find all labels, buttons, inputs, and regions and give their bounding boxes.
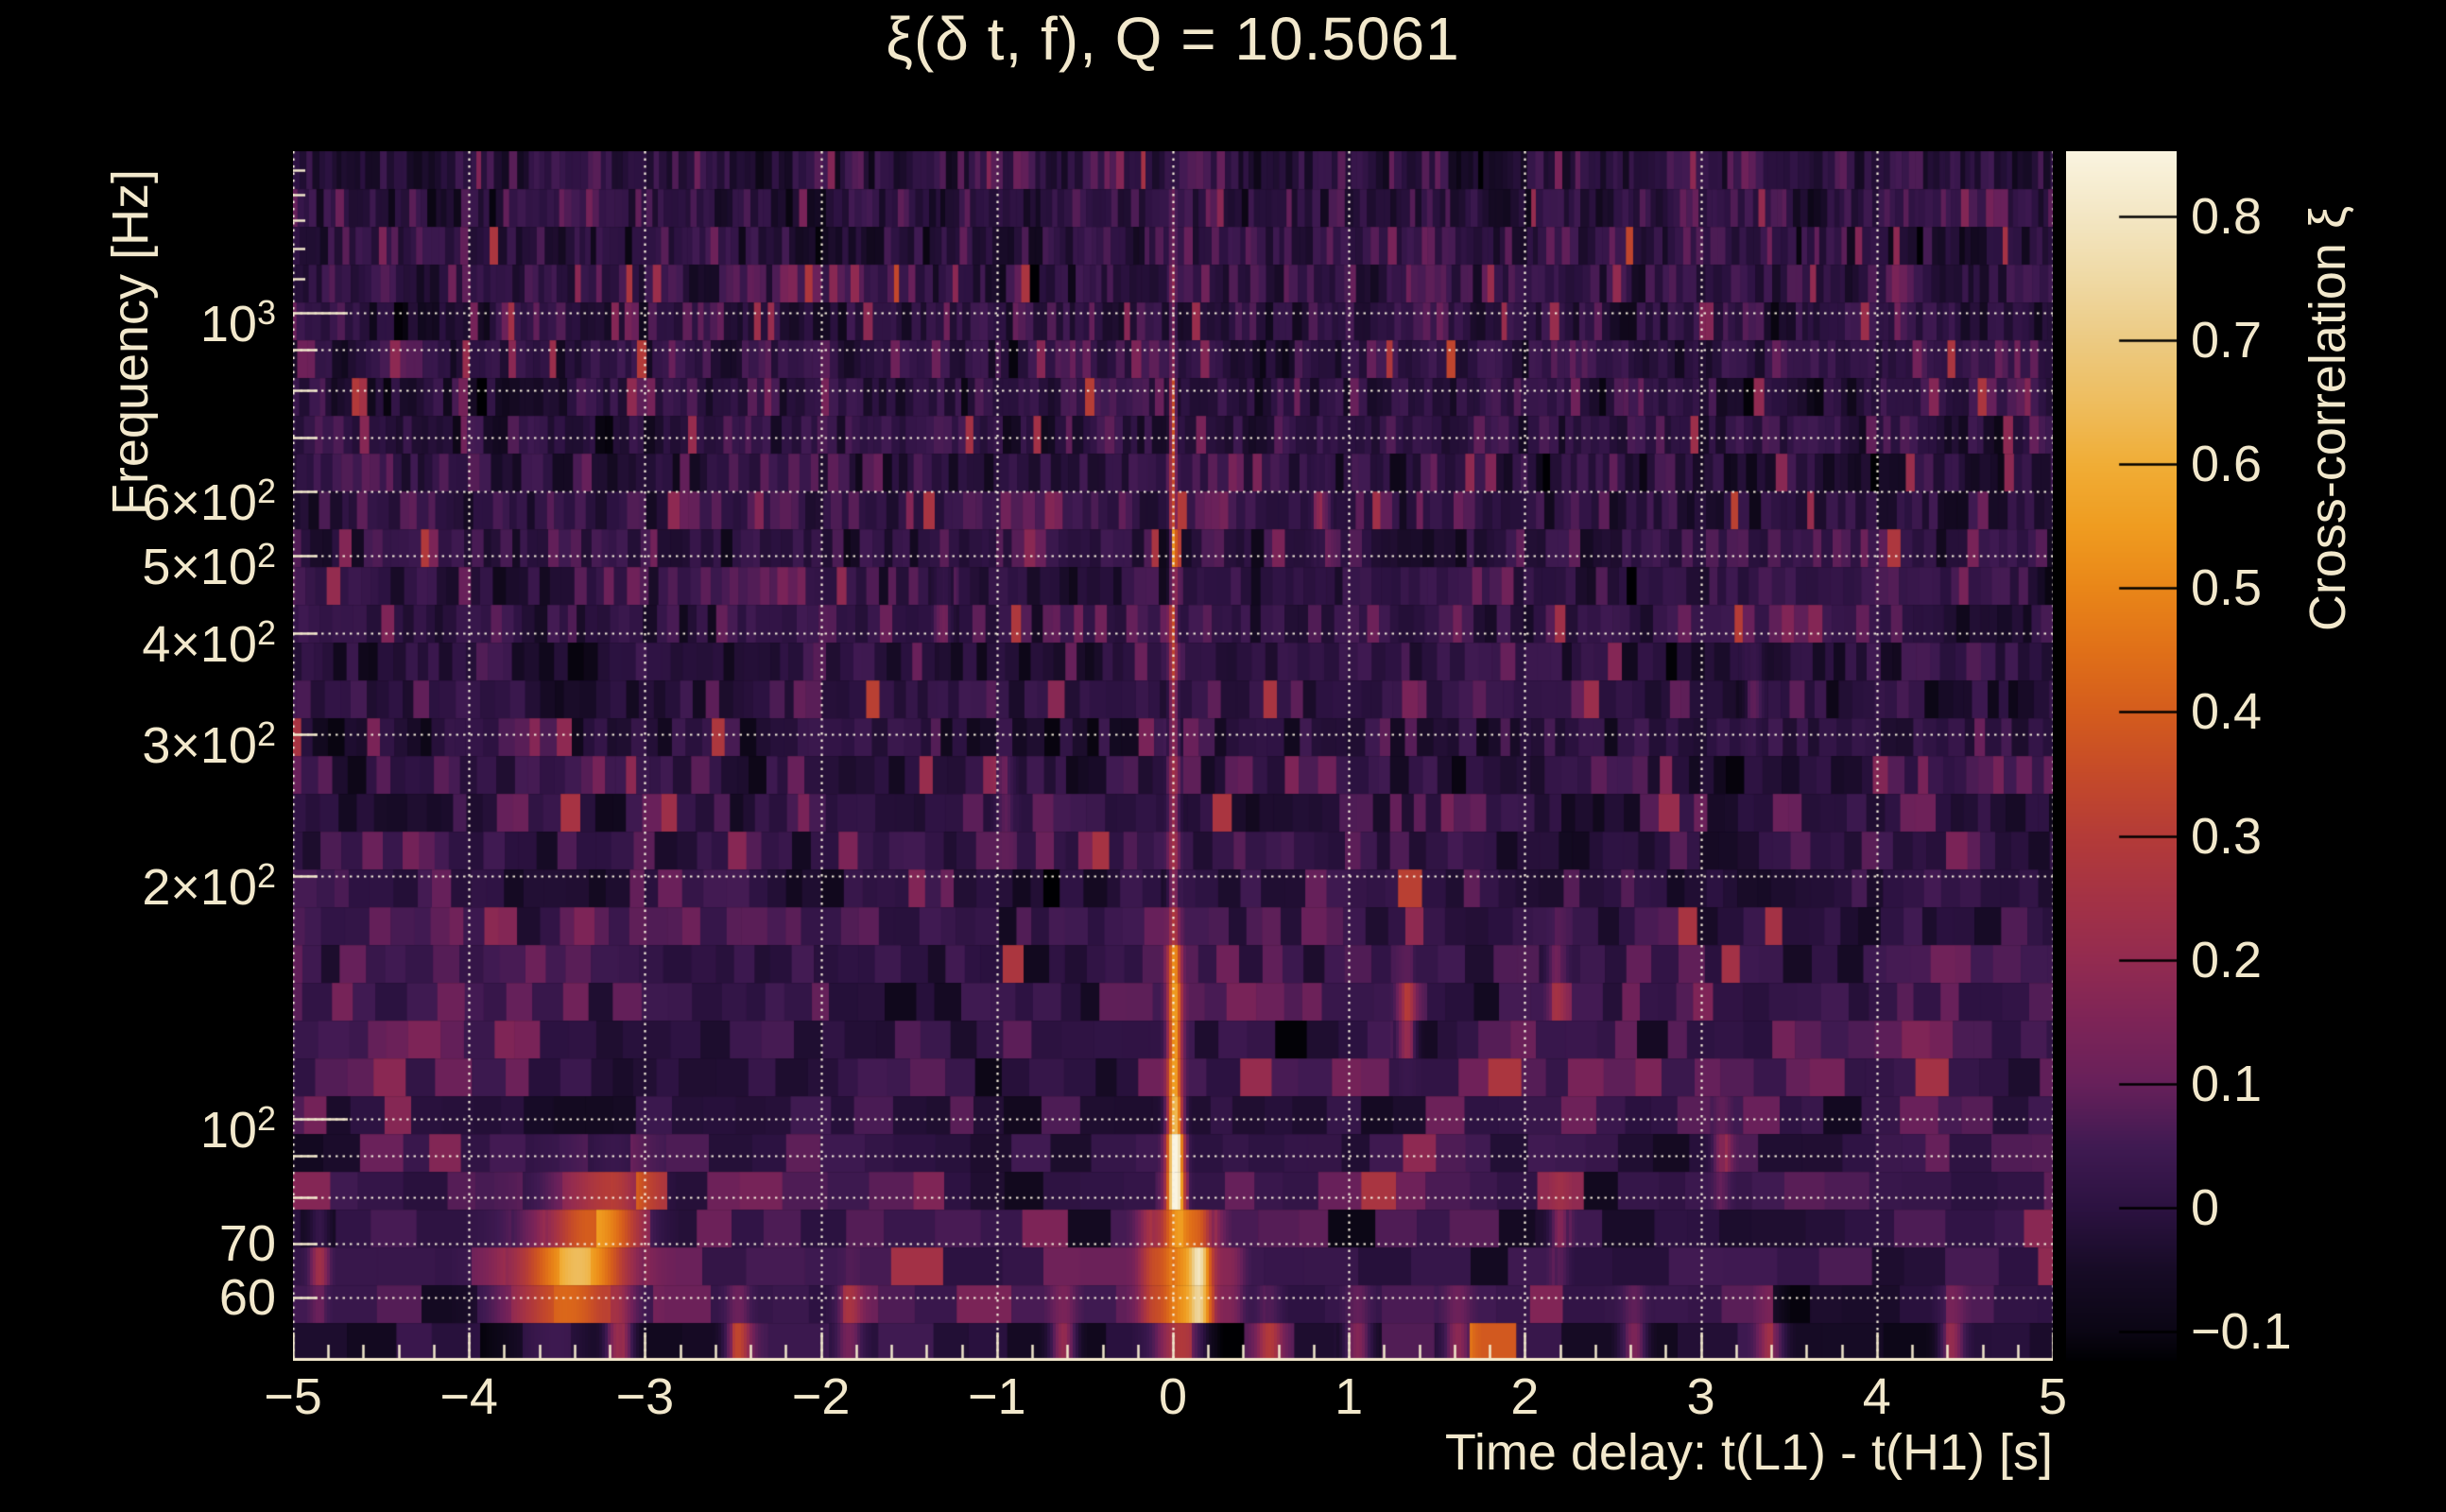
colorbar-tick-label: 0 bbox=[2191, 1178, 2220, 1236]
heatmap-canvas bbox=[293, 151, 2053, 1361]
x-tick-label: 2 bbox=[1510, 1368, 1540, 1425]
y-tick-label: 103 bbox=[199, 292, 276, 352]
colorbar-gradient bbox=[2066, 151, 2177, 1361]
colorbar-title: Cross-correlation ξ bbox=[2300, 205, 2356, 632]
x-tick-label: 0 bbox=[1158, 1368, 1188, 1425]
x-tick-label: 1 bbox=[1335, 1368, 1364, 1425]
y-tick-label: 3×102 bbox=[142, 713, 276, 774]
x-tick-label: −2 bbox=[791, 1368, 851, 1425]
x-axis-title: Time delay: t(L1) - t(H1) [s] bbox=[1444, 1424, 2053, 1481]
x-tick-label: −5 bbox=[264, 1368, 322, 1425]
x-tick-label: 3 bbox=[1686, 1368, 1715, 1425]
colorbar-tick-label: −0.1 bbox=[2191, 1302, 2292, 1360]
page-title: ξ(δ t, f), Q = 10.5061 bbox=[886, 5, 1460, 73]
qscan-figure: ξ(δ t, f), Q = 10.5061 Frequency [Hz] Ti… bbox=[0, 0, 2446, 1512]
colorbar-tick-label: 0.3 bbox=[2191, 807, 2263, 865]
x-tick-label: −4 bbox=[439, 1368, 498, 1425]
colorbar-tick-label: 0.6 bbox=[2191, 436, 2263, 493]
y-tick-label: 6×102 bbox=[142, 471, 276, 531]
y-tick-label: 60 bbox=[218, 1269, 276, 1327]
colorbar-tick-label: 0.4 bbox=[2191, 683, 2263, 741]
x-tick-label: −3 bbox=[615, 1368, 675, 1425]
y-tick-label: 4×102 bbox=[142, 613, 276, 674]
y-tick-label: 2×102 bbox=[142, 856, 276, 917]
y-tick-label: 5×102 bbox=[142, 535, 276, 595]
colorbar-tick-label: 0.8 bbox=[2191, 188, 2263, 246]
x-tick-label: 4 bbox=[1862, 1368, 1891, 1425]
x-tick-label: −1 bbox=[968, 1368, 1026, 1425]
colorbar-tick-label: 0.7 bbox=[2191, 312, 2263, 369]
colorbar-tick-label: 0.5 bbox=[2191, 559, 2263, 617]
y-tick-label: 70 bbox=[218, 1215, 276, 1273]
x-tick-label: 5 bbox=[2038, 1368, 2068, 1425]
y-tick-label: 102 bbox=[199, 1098, 276, 1159]
colorbar-tick-label: 0.2 bbox=[2191, 931, 2263, 988]
colorbar-tick-label: 0.1 bbox=[2191, 1055, 2263, 1112]
